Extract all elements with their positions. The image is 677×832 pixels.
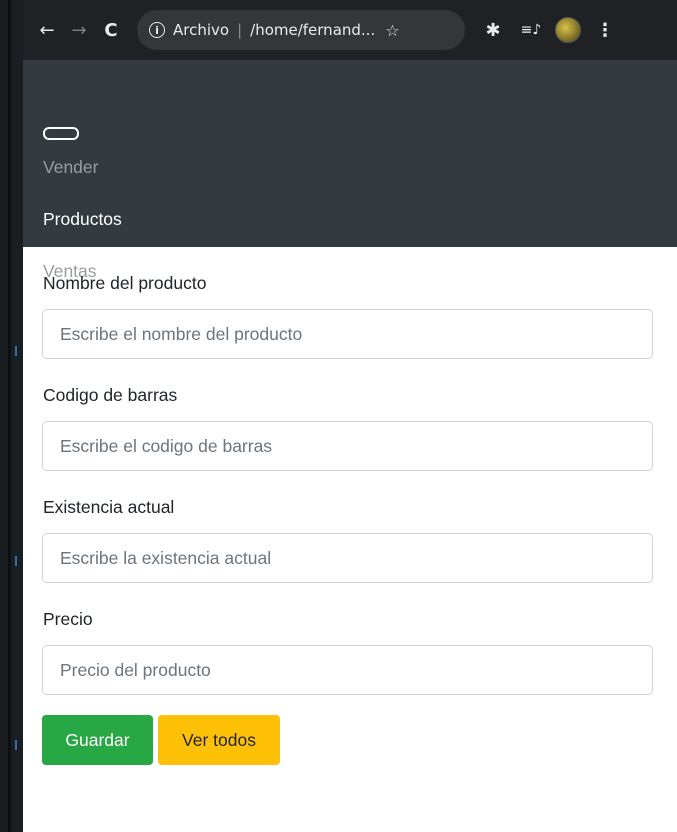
nav-item-vender[interactable]: Vender [43, 157, 98, 178]
browser-window: ← → C i Archivo | /home/fernand... ☆ ✱ ≡… [23, 0, 677, 832]
desktop-edge-mark [15, 556, 17, 566]
browser-menu-icon[interactable]: ⋮ [591, 16, 619, 44]
field-label-precio: Precio [43, 609, 93, 629]
navbar-toggler-button[interactable] [43, 127, 79, 140]
browser-toolbar: ← → C i Archivo | /home/fernand... ☆ ✱ ≡… [23, 0, 677, 60]
bookmark-star-icon[interactable]: ☆ [385, 21, 399, 40]
info-icon[interactable]: i [149, 22, 165, 38]
stock-input[interactable] [42, 533, 653, 583]
media-control-icon[interactable]: ≡♪ [517, 16, 545, 44]
desktop-edge-mark [15, 740, 17, 750]
address-bar[interactable]: i Archivo | /home/fernand... ☆ [137, 10, 465, 50]
desktop-edge-mark [15, 346, 17, 356]
scheme-label: Archivo [173, 21, 230, 39]
back-icon[interactable]: ← [33, 16, 61, 44]
product-name-input[interactable] [42, 309, 653, 359]
profile-avatar[interactable] [555, 17, 581, 43]
extensions-icon[interactable]: ✱ [479, 16, 507, 44]
field-label-existencia: Existencia actual [43, 497, 175, 517]
save-button[interactable]: Guardar [42, 715, 153, 765]
desktop-edge [0, 0, 23, 832]
field-label-codigo: Codigo de barras [43, 385, 178, 405]
desktop-edge-stripe [8, 0, 11, 832]
nav-item-productos[interactable]: Productos [43, 209, 122, 230]
barcode-input[interactable] [42, 421, 653, 471]
price-input[interactable] [42, 645, 653, 695]
reload-icon[interactable]: C [97, 16, 125, 44]
forward-icon[interactable]: → [65, 16, 93, 44]
address-url: /home/fernand... [250, 21, 376, 39]
field-label-nombre: Nombre del producto [43, 273, 207, 293]
address-separator: | [237, 21, 243, 39]
site-navbar: Vender Productos Ventas [23, 60, 677, 281]
view-all-button[interactable]: Ver todos [158, 715, 280, 765]
